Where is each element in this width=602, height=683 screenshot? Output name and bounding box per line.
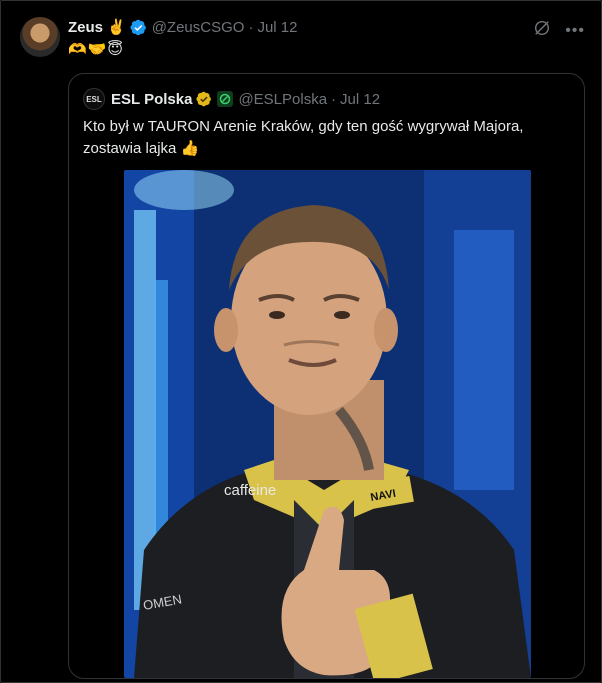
separator-dot: · [331, 90, 337, 108]
author-handle[interactable]: @ZeusCSGO [152, 19, 245, 36]
tweet-text: 🫶🤝😇 [68, 41, 124, 58]
tweet-actions: ••• [533, 19, 585, 42]
tweet-header: Zeus ✌️ @ZeusCSGO · Jul 12 [68, 17, 297, 37]
tweet-date[interactable]: Jul 12 [257, 19, 297, 36]
quoted-tweet-date[interactable]: Jul 12 [340, 91, 380, 108]
more-icon[interactable]: ••• [565, 22, 585, 38]
quoted-tweet-header: ESL ESL Polska @ESLPolska · Jul 12 [83, 88, 380, 110]
tweet-card[interactable]: Zeus ✌️ @ZeusCSGO · Jul 12 ••• 🫶🤝😇 ESL E… [0, 0, 602, 683]
photo-illustration: caffeine OMEN NAVI [124, 170, 531, 678]
author-name-emoji: ✌️ [107, 19, 126, 36]
quoted-tweet-photo[interactable]: caffeine OMEN NAVI [124, 170, 531, 678]
jersey-sponsor-text: caffeine [224, 482, 276, 499]
grok-icon[interactable] [533, 19, 551, 42]
author-name[interactable]: Zeus [68, 19, 103, 36]
quoted-tweet[interactable]: ESL ESL Polska @ESLPolska · Jul 12 Kto b… [68, 73, 585, 679]
affiliate-badge-icon [217, 91, 234, 107]
quoted-author-name[interactable]: ESL Polska [111, 91, 192, 108]
verified-badge-icon [130, 19, 147, 36]
author-avatar[interactable] [20, 17, 60, 57]
quoted-tweet-text: Kto był w TAURON Arenie Kraków, gdy ten … [83, 118, 524, 157]
esl-logo-avatar[interactable]: ESL [83, 88, 105, 110]
separator-dot: · [248, 18, 254, 36]
gold-verified-badge-icon [196, 91, 212, 107]
quoted-author-handle[interactable]: @ESLPolska [238, 91, 327, 108]
